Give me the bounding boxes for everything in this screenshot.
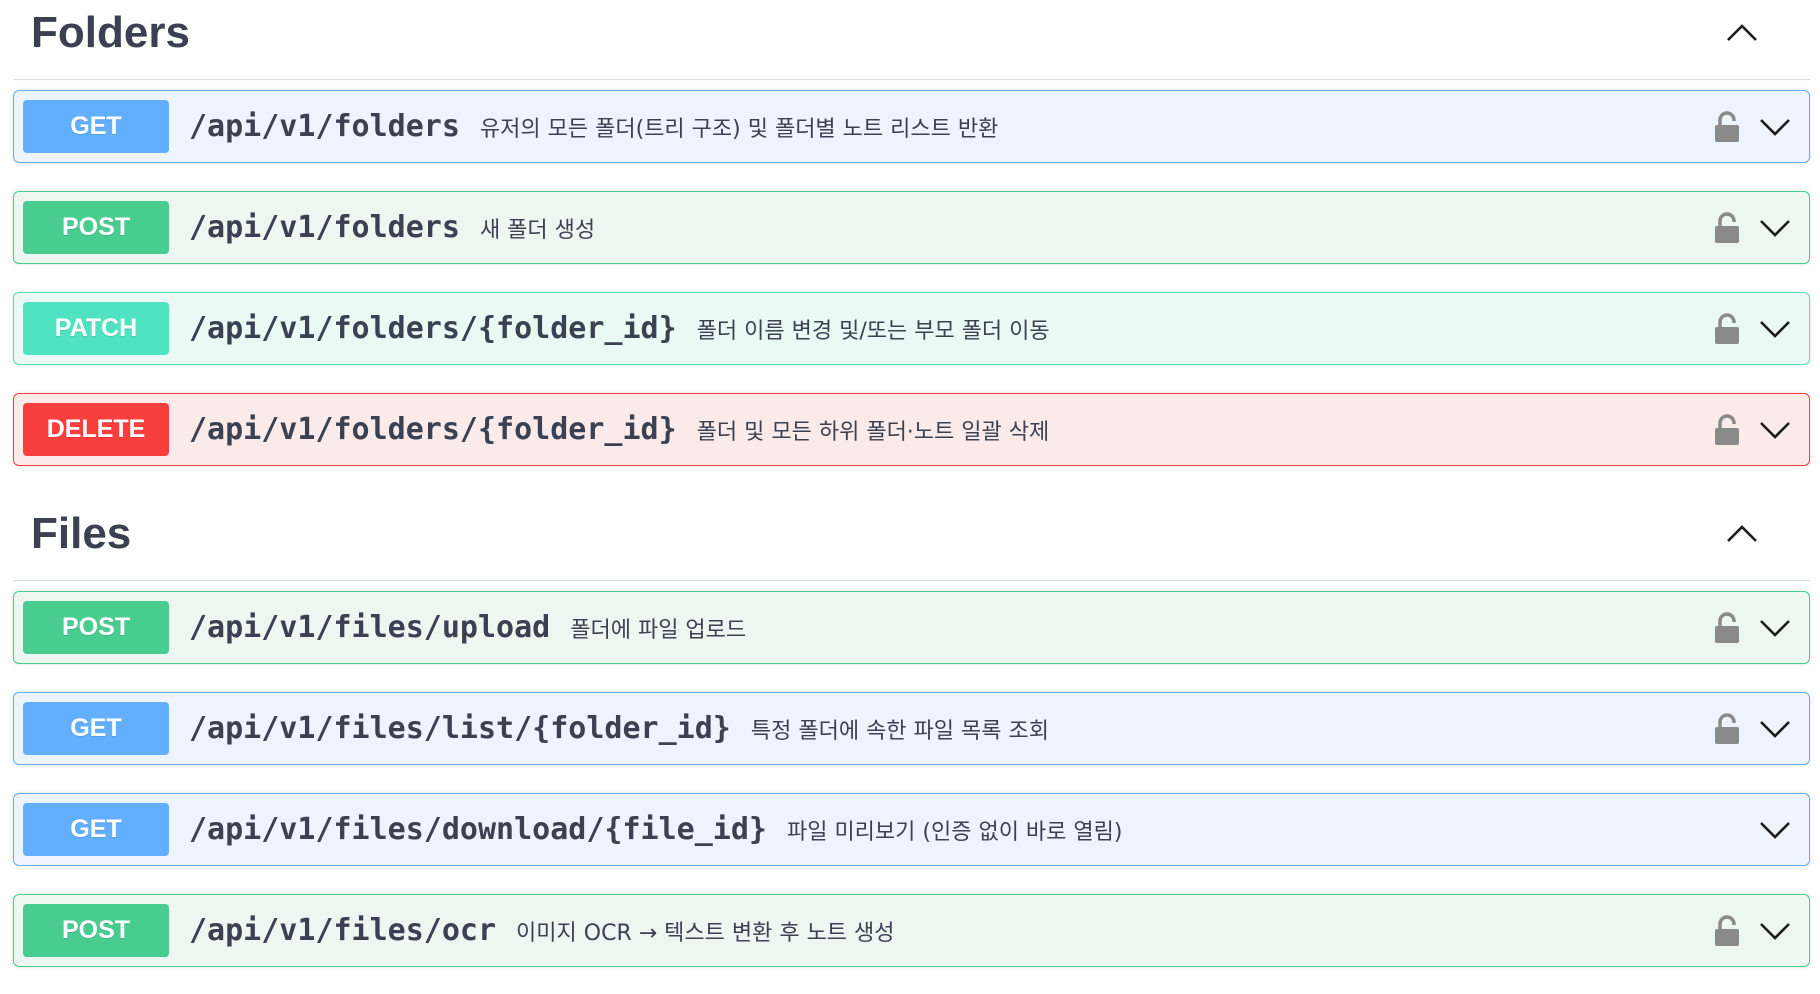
- operation-post-files-ocr[interactable]: POST /api/v1/files/ocr 이미지 OCR → 텍스트 변환 …: [13, 894, 1810, 967]
- method-badge: PATCH: [23, 302, 169, 355]
- operation-get-folders[interactable]: GET /api/v1/folders 유저의 모든 폴더(트리 구조) 및 폴…: [13, 90, 1810, 163]
- operation-summary: 폴더 이름 변경 및/또는 부모 폴더 이동: [696, 318, 1050, 344]
- chevron-down-icon[interactable]: [1759, 218, 1791, 238]
- operation-path: /api/v1/files/ocr: [189, 913, 497, 948]
- method-badge: POST: [23, 601, 169, 654]
- chevron-down-icon[interactable]: [1759, 820, 1791, 840]
- method-badge: DELETE: [23, 403, 169, 456]
- chevron-down-icon[interactable]: [1759, 719, 1791, 739]
- method-badge: GET: [23, 702, 169, 755]
- method-badge: GET: [23, 803, 169, 856]
- chevron-down-icon[interactable]: [1759, 319, 1791, 339]
- operation-summary: 파일 미리보기 (인증 없이 바로 열림): [786, 819, 1123, 845]
- operation-patch-folder[interactable]: PATCH /api/v1/folders/{folder_id} 폴더 이름 …: [13, 292, 1810, 365]
- section-title: Folders: [31, 7, 190, 57]
- operation-delete-folder[interactable]: DELETE /api/v1/folders/{folder_id} 폴더 및 …: [13, 393, 1810, 466]
- section-title: Files: [31, 508, 132, 558]
- operation-summary: 폴더 및 모든 하위 폴더·노트 일괄 삭제: [696, 419, 1050, 445]
- method-badge: POST: [23, 904, 169, 957]
- operation-path: /api/v1/folders: [189, 210, 460, 245]
- section-header-files[interactable]: Files: [13, 501, 1810, 581]
- operation-post-files-upload[interactable]: POST /api/v1/files/upload 폴더에 파일 업로드: [13, 591, 1810, 664]
- operation-summary: 이미지 OCR → 텍스트 변환 후 노트 생성: [516, 920, 895, 946]
- operation-path: /api/v1/folders/{folder_id}: [189, 412, 677, 447]
- lock-icon[interactable]: [1713, 914, 1741, 947]
- operation-summary: 새 폴더 생성: [479, 217, 596, 243]
- chevron-down-icon[interactable]: [1759, 117, 1791, 137]
- lock-icon[interactable]: [1713, 413, 1741, 446]
- chevron-down-icon[interactable]: [1759, 921, 1791, 941]
- operation-get-files-list[interactable]: GET /api/v1/files/list/{folder_id} 특정 폴더…: [13, 692, 1810, 765]
- lock-icon[interactable]: [1713, 712, 1741, 745]
- operation-path: /api/v1/files/list/{folder_id}: [189, 711, 731, 746]
- lock-icon[interactable]: [1713, 312, 1741, 345]
- operation-path: /api/v1/files/upload: [189, 610, 551, 645]
- chevron-down-icon[interactable]: [1759, 420, 1791, 440]
- lock-icon[interactable]: [1713, 611, 1741, 644]
- chevron-up-icon[interactable]: [1722, 18, 1762, 48]
- chevron-up-icon[interactable]: [1722, 519, 1762, 549]
- operation-summary: 폴더에 파일 업로드: [570, 617, 747, 643]
- section-header-folders[interactable]: Folders: [13, 0, 1810, 80]
- operation-path: /api/v1/folders: [189, 109, 460, 144]
- lock-icon[interactable]: [1713, 110, 1741, 143]
- operation-summary: 유저의 모든 폴더(트리 구조) 및 폴더별 노트 리스트 반환: [479, 116, 999, 142]
- operation-get-files-download[interactable]: GET /api/v1/files/download/{file_id} 파일 …: [13, 793, 1810, 866]
- chevron-down-icon[interactable]: [1759, 618, 1791, 638]
- section-folders: Folders GET /api/v1/folders 유저의 모든 폴더(트리…: [13, 0, 1810, 466]
- lock-icon[interactable]: [1713, 211, 1741, 244]
- operation-path: /api/v1/files/download/{file_id}: [189, 812, 767, 847]
- operation-path: /api/v1/folders/{folder_id}: [189, 311, 677, 346]
- operation-post-folders[interactable]: POST /api/v1/folders 새 폴더 생성: [13, 191, 1810, 264]
- section-files: Files POST /api/v1/files/upload 폴더에 파일 업…: [13, 501, 1810, 967]
- method-badge: POST: [23, 201, 169, 254]
- api-docs: Folders GET /api/v1/folders 유저의 모든 폴더(트리…: [13, 0, 1810, 967]
- method-badge: GET: [23, 100, 169, 153]
- operation-summary: 특정 폴더에 속한 파일 목록 조회: [750, 718, 1049, 744]
